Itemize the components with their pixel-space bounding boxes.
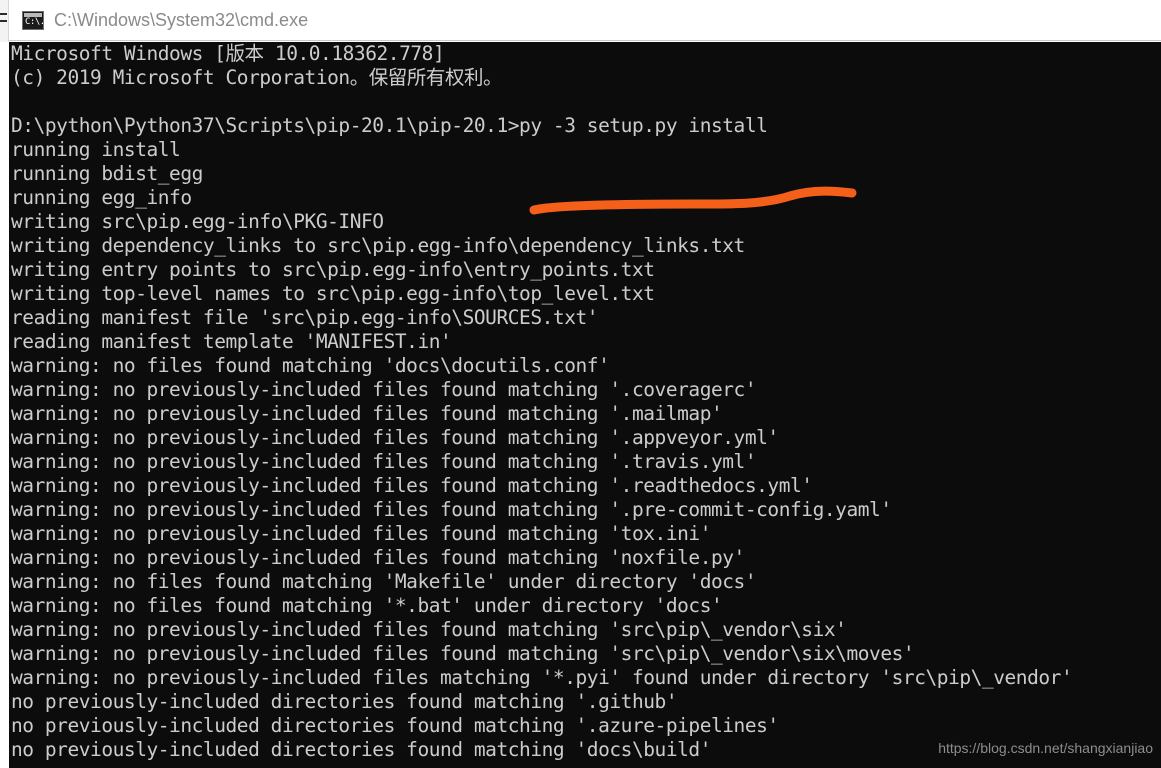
console-line: warning: no files found matching '*.bat'… bbox=[11, 594, 723, 617]
window-title: C:\Windows\System32\cmd.exe bbox=[54, 9, 309, 30]
console-line: no previously-included directories found… bbox=[11, 738, 711, 761]
console-line: warning: no previously-included files fo… bbox=[11, 642, 915, 665]
csdn-watermark: https://blog.csdn.net/shangxianjiao bbox=[938, 740, 1153, 756]
console-line: warning: no previously-included files fo… bbox=[11, 426, 779, 449]
console-line: reading manifest template 'MANIFEST.in' bbox=[11, 330, 452, 353]
background-window-line-1 bbox=[0, 13, 7, 15]
console-line: warning: no previously-included files fo… bbox=[11, 474, 813, 497]
console-line: reading manifest file 'src\pip.egg-info\… bbox=[11, 306, 599, 329]
background-window-line-2 bbox=[0, 20, 7, 22]
console-line: D:\python\Python37\Scripts\pip-20.1\pip-… bbox=[11, 114, 768, 137]
console-output-area[interactable]: Microsoft Windows [版本 10.0.18362.778] (c)… bbox=[9, 42, 1161, 768]
cmd-icon-prompt-glyph: C:\. bbox=[25, 16, 45, 27]
console-line: running bdist_egg bbox=[11, 162, 203, 185]
console-line: Microsoft Windows [版本 10.0.18362.778] bbox=[11, 42, 445, 65]
console-line: writing dependency_links to src\pip.egg-… bbox=[11, 234, 745, 257]
console-line: warning: no previously-included files fo… bbox=[11, 450, 757, 473]
cmd-console-icon: C:\. bbox=[22, 10, 45, 30]
cmd-window: C:\. C:\Windows\System32\cmd.exe Microso… bbox=[0, 0, 1161, 768]
console-line: warning: no files found matching 'docs\d… bbox=[11, 354, 610, 377]
console-line: warning: no previously-included files fo… bbox=[11, 378, 757, 401]
console-line: no previously-included directories found… bbox=[11, 690, 678, 713]
console-line: warning: no previously-included files fo… bbox=[11, 402, 723, 425]
console-line: warning: no files found matching 'Makefi… bbox=[11, 570, 757, 593]
console-line: no previously-included directories found… bbox=[11, 714, 779, 737]
console-line: warning: no previously-included files fo… bbox=[11, 546, 745, 569]
console-line: warning: no previously-included files fo… bbox=[11, 522, 711, 545]
console-line: running egg_info bbox=[11, 186, 192, 209]
console-line: writing entry points to src\pip.egg-info… bbox=[11, 258, 655, 281]
window-titlebar[interactable]: C:\. C:\Windows\System32\cmd.exe bbox=[9, 0, 1161, 41]
console-line: writing src\pip.egg-info\PKG-INFO bbox=[11, 210, 384, 233]
console-line: warning: no previously-included files fo… bbox=[11, 498, 892, 521]
console-line: warning: no previously-included files fo… bbox=[11, 618, 847, 641]
console-line: writing top-level names to src\pip.egg-i… bbox=[11, 282, 655, 305]
console-text: Microsoft Windows [版本 10.0.18362.778] (c)… bbox=[11, 42, 1073, 762]
console-line: warning: no previously-included files ma… bbox=[11, 666, 1073, 689]
console-line: running install bbox=[11, 138, 181, 161]
background-window-sliver bbox=[0, 0, 9, 42]
console-line: (c) 2019 Microsoft Corporation。保留所有权利。 bbox=[11, 66, 503, 89]
